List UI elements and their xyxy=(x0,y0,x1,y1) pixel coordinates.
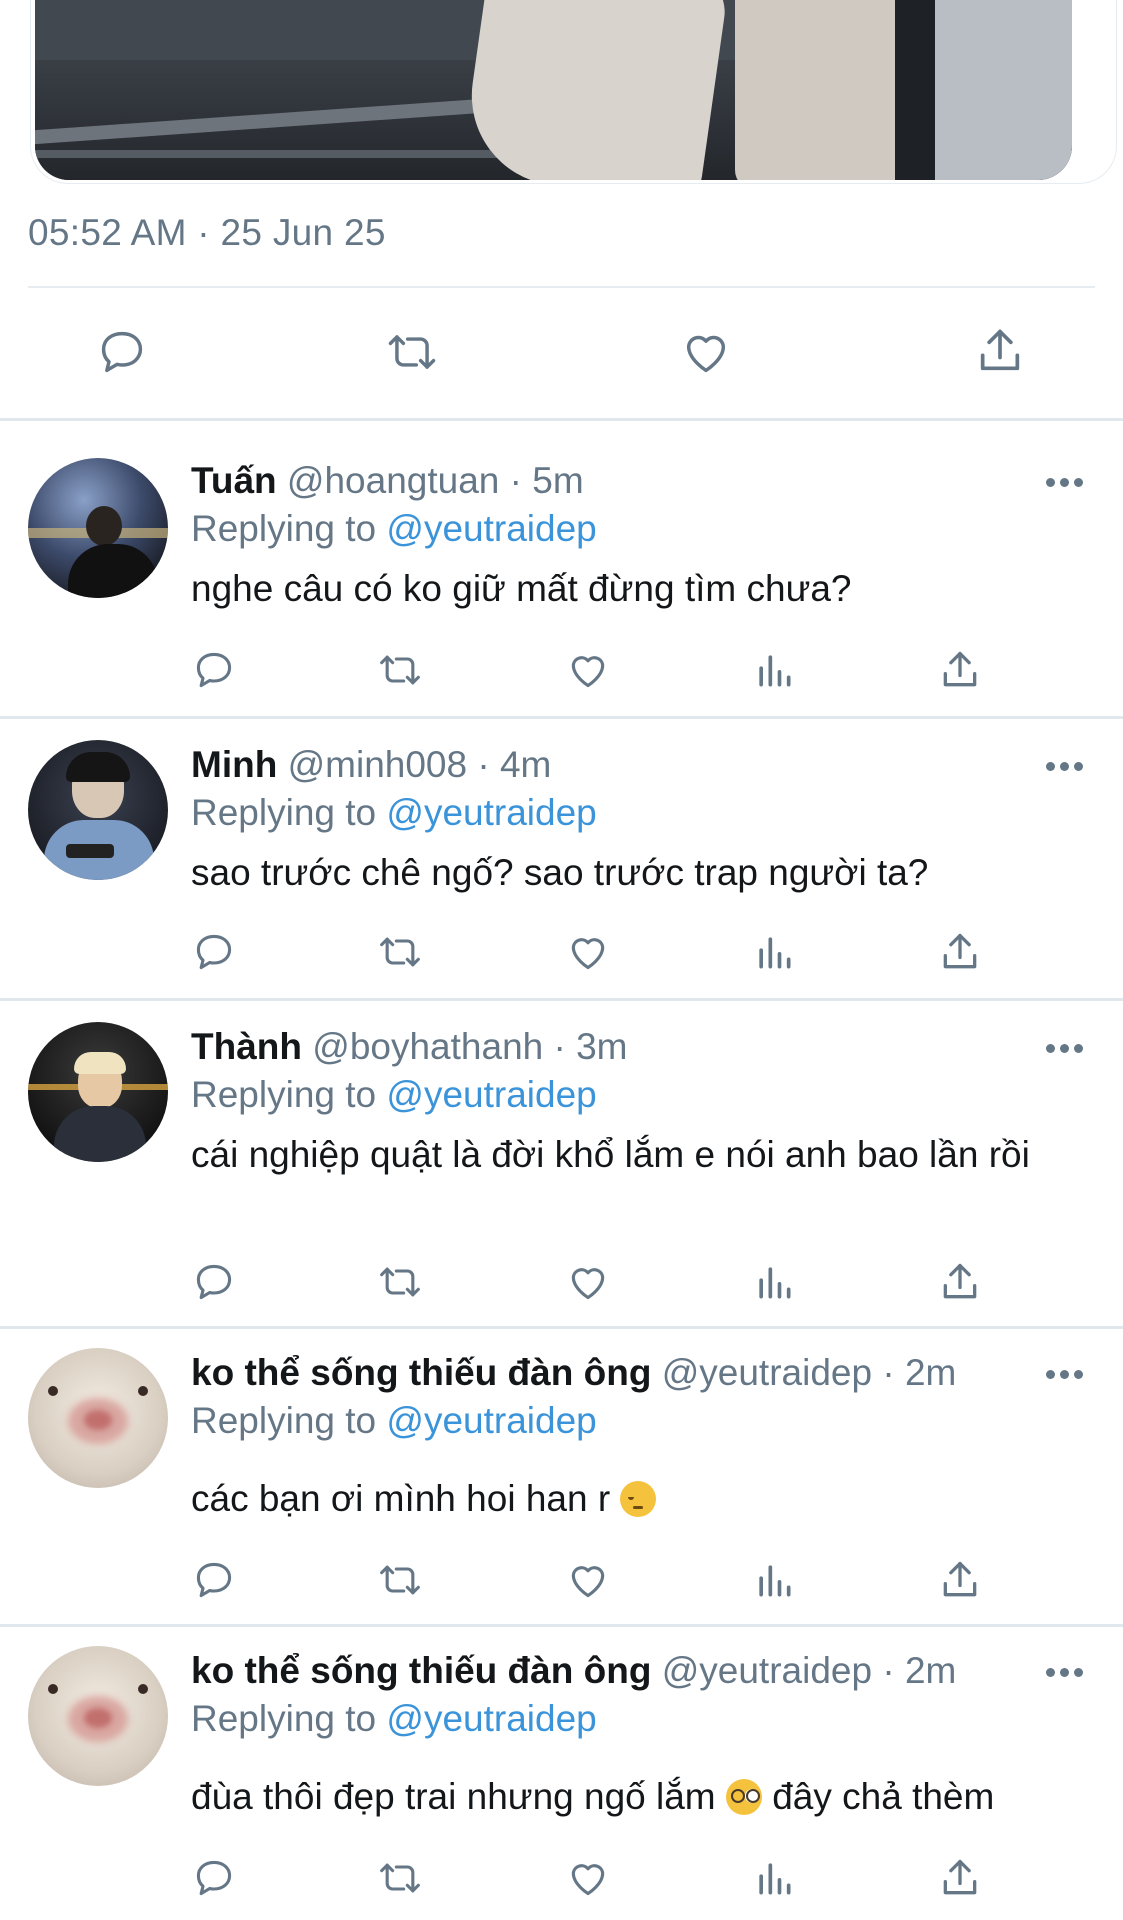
display-name[interactable]: ko thể sống thiếu đàn ông xyxy=(191,1352,651,1393)
avatar[interactable] xyxy=(28,740,168,880)
reply-text: các bạn ơi mình hoi han r xyxy=(191,1476,1071,1522)
like-icon[interactable] xyxy=(566,1856,610,1900)
handle-time: @boyhathanh · 3m xyxy=(312,1026,628,1067)
display-name[interactable]: Tuấn xyxy=(191,460,277,501)
reply-divider xyxy=(0,716,1123,719)
reply-icon[interactable] xyxy=(192,1558,236,1602)
like-icon[interactable] xyxy=(566,648,610,692)
reply-icon[interactable] xyxy=(192,648,236,692)
replying-to: Replying to @yeutraidep xyxy=(191,792,597,833)
retweet-icon[interactable] xyxy=(384,326,440,378)
reply-text: sao trước chê ngố? sao trước trap người … xyxy=(191,852,929,893)
nerd-face-icon xyxy=(725,1779,762,1815)
share-icon[interactable] xyxy=(974,324,1026,378)
replying-to: Replying to @yeutraidep xyxy=(191,1074,597,1115)
more-options-icon[interactable] xyxy=(1046,1044,1086,1056)
like-icon[interactable] xyxy=(566,1558,610,1602)
divider xyxy=(28,286,1095,288)
display-name[interactable]: Minh xyxy=(191,744,277,785)
avatar[interactable] xyxy=(28,1348,168,1488)
reply-divider xyxy=(0,998,1123,1001)
reply-divider xyxy=(0,1624,1123,1627)
like-icon[interactable] xyxy=(566,930,610,974)
reply-icon[interactable] xyxy=(192,1260,236,1304)
retweet-icon[interactable] xyxy=(376,1856,424,1900)
reply-header: ko thể sống thiếu đàn ông @yeutraidep · … xyxy=(191,1650,956,1692)
reply-action-bar xyxy=(0,930,1123,978)
replying-to: Replying to @yeutraidep xyxy=(191,1400,597,1441)
handle-time: @yeutraidep · 2m xyxy=(661,1352,957,1393)
analytics-icon[interactable] xyxy=(752,648,796,692)
reply-header: Thành @boyhathanh · 3m xyxy=(191,1026,628,1068)
mention-link[interactable]: @yeutraidep xyxy=(386,1698,596,1739)
reply-icon[interactable] xyxy=(192,1856,236,1900)
analytics-icon[interactable] xyxy=(752,1260,796,1304)
reply-icon[interactable] xyxy=(192,930,236,974)
more-options-icon[interactable] xyxy=(1046,1668,1086,1680)
retweet-icon[interactable] xyxy=(376,648,424,692)
reply-action-bar xyxy=(0,1260,1123,1308)
like-icon[interactable] xyxy=(680,326,732,378)
share-icon[interactable] xyxy=(938,1558,982,1602)
reply-action-bar xyxy=(0,1558,1123,1606)
more-options-icon[interactable] xyxy=(1046,1370,1086,1382)
reply-header: ko thể sống thiếu đàn ông @yeutraidep · … xyxy=(191,1352,956,1394)
mention-link[interactable]: @yeutraidep xyxy=(386,792,596,833)
tweet-action-bar xyxy=(0,318,1123,388)
more-options-icon[interactable] xyxy=(1046,762,1086,774)
retweet-icon[interactable] xyxy=(376,930,424,974)
like-icon[interactable] xyxy=(566,1260,610,1304)
reply-text: nghe câu có ko giữ mất đừng tìm chưa? xyxy=(191,568,852,609)
avatar[interactable] xyxy=(28,1646,168,1786)
reply-text: cái nghiệp quật là đời khổ lắm e nói anh… xyxy=(191,1134,1030,1175)
tweet-timestamp: 05:52 AM · 25 Jun 25 xyxy=(28,212,386,253)
pensive-face-icon xyxy=(620,1481,657,1517)
share-icon[interactable] xyxy=(938,1856,982,1900)
share-icon[interactable] xyxy=(938,930,982,974)
retweet-icon[interactable] xyxy=(376,1260,424,1304)
more-options-icon[interactable] xyxy=(1046,478,1086,490)
tweet-media[interactable] xyxy=(30,0,1117,184)
handle-time: @yeutraidep · 2m xyxy=(661,1650,957,1691)
display-name[interactable]: ko thể sống thiếu đàn ông xyxy=(191,1650,651,1691)
tweet-photo[interactable] xyxy=(35,0,1072,180)
mention-link[interactable]: @yeutraidep xyxy=(386,508,596,549)
section-divider xyxy=(0,418,1123,421)
reply-header: Minh @minh008 · 4m xyxy=(191,744,551,786)
display-name[interactable]: Thành xyxy=(191,1026,302,1067)
handle-time: @hoangtuan · 5m xyxy=(286,460,584,501)
avatar[interactable] xyxy=(28,1022,168,1162)
reply-action-bar xyxy=(0,1856,1123,1904)
replying-to: Replying to @yeutraidep xyxy=(191,508,597,549)
handle-time: @minh008 · 4m xyxy=(287,744,552,785)
replying-to: Replying to @yeutraidep xyxy=(191,1698,597,1739)
analytics-icon[interactable] xyxy=(752,1856,796,1900)
retweet-icon[interactable] xyxy=(376,1558,424,1602)
reply-divider xyxy=(0,1326,1123,1329)
reply-header: Tuấn @hoangtuan · 5m xyxy=(191,460,584,502)
reply-text: đùa thôi đẹp trai nhưng ngố lắm đây chả … xyxy=(191,1776,995,1817)
mention-link[interactable]: @yeutraidep xyxy=(386,1400,596,1441)
share-icon[interactable] xyxy=(938,1260,982,1304)
analytics-icon[interactable] xyxy=(752,930,796,974)
mention-link[interactable]: @yeutraidep xyxy=(386,1074,596,1115)
share-icon[interactable] xyxy=(938,648,982,692)
analytics-icon[interactable] xyxy=(752,1558,796,1602)
avatar[interactable] xyxy=(28,458,168,598)
reply-action-bar xyxy=(0,648,1123,696)
reply-icon[interactable] xyxy=(96,326,148,378)
